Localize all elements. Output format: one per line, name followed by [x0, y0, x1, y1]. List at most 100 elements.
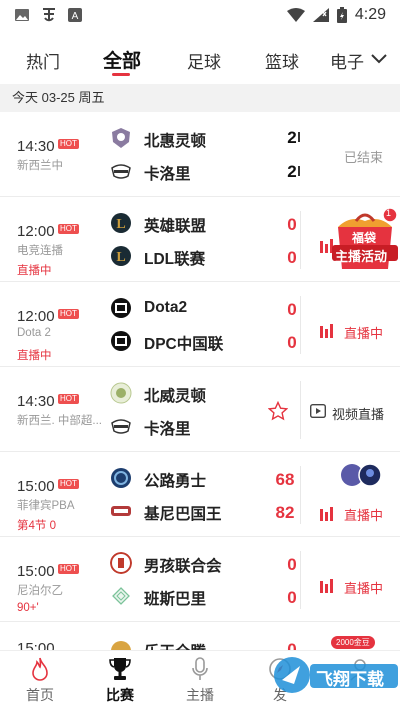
live-label[interactable]: 直播中 — [344, 323, 383, 342]
hot-badge: HOT — [58, 564, 79, 574]
chevron-down-icon[interactable] — [368, 48, 390, 70]
team-name: 北威灵顿 — [144, 388, 207, 405]
nav-label: 首页 — [26, 687, 54, 703]
nav-home[interactable]: 首页 — [0, 651, 80, 711]
svg-text:L: L — [116, 217, 125, 232]
team-logo-icon — [111, 506, 131, 516]
date-header: 今天 03-25 周五 — [0, 84, 400, 112]
nav-label: 主播 — [186, 687, 214, 703]
svg-text:L: L — [116, 250, 125, 265]
promo-gift-bag[interactable]: 1 福袋 主播活动 — [330, 205, 400, 275]
font-icon: A — [68, 8, 82, 22]
match-time: 15:00 — [17, 640, 55, 650]
hot-badge: HOT — [58, 394, 79, 404]
match-time: 12:00 — [17, 223, 55, 240]
tab-all[interactable]: 全部 — [103, 46, 141, 73]
active-tab-indicator — [112, 73, 130, 76]
match-status: 直播中 — [17, 265, 52, 277]
home-team: L 英雄联盟 — [110, 212, 290, 236]
tab-basketball[interactable]: 篮球 — [265, 48, 299, 73]
team-logo-icon — [111, 331, 131, 351]
divider — [300, 296, 301, 354]
hot-badge: HOT — [58, 479, 79, 489]
live-bars-icon — [320, 324, 333, 338]
home-team: 北威灵顿 — [110, 382, 290, 406]
signal-icon — [312, 8, 329, 22]
team-logo-icon — [111, 641, 131, 650]
away-team: 基尼巴国王 — [110, 500, 290, 524]
team-logo-icon — [111, 164, 131, 179]
match-status: 第4节 0 — [17, 520, 56, 532]
team-logo-icon — [110, 552, 132, 574]
home-score: 0 — [287, 555, 297, 574]
team-logo-icon — [111, 468, 131, 488]
match-row[interactable]: 14:30 HOT 新西兰. 中部超... 北威灵顿 卡洛里 视频直播 — [0, 367, 400, 452]
divider — [300, 381, 301, 439]
home-score: 0 — [287, 640, 297, 650]
battery-icon — [336, 7, 347, 23]
nav-matches[interactable]: 比赛 — [80, 651, 160, 711]
video-live-label[interactable]: 视频直播 — [332, 404, 384, 423]
score-marker — [298, 132, 300, 142]
away-team: 卡洛里 — [110, 415, 290, 439]
star-icon[interactable] — [268, 401, 288, 421]
reward-badge: 2000金豆 — [331, 636, 375, 649]
team-logo-icon — [111, 298, 131, 318]
divider — [300, 211, 301, 269]
team-logo-icon — [112, 587, 130, 605]
status-left-icons: A — [14, 6, 82, 24]
streamer-avatars[interactable] — [340, 463, 384, 487]
team-logo-icon — [112, 128, 130, 148]
team-name: 男孩联合会 — [144, 558, 222, 575]
flame-icon — [32, 657, 48, 681]
team-name: LDL联赛 — [144, 251, 206, 268]
team-name: 公路勇士 — [144, 473, 207, 490]
match-time: 14:30 — [17, 393, 55, 410]
match-status: 直播中 — [17, 350, 52, 362]
team-logo-icon — [111, 419, 131, 434]
match-league: Dota 2 — [17, 327, 51, 339]
away-team: 卡洛里 — [110, 160, 290, 184]
microphone-icon — [192, 657, 208, 680]
team-name: Dota2 — [144, 299, 188, 316]
match-status: 90+' — [17, 602, 39, 614]
home-team: 公路勇士 — [110, 467, 290, 491]
live-bars-icon — [320, 507, 333, 521]
tab-esports[interactable]: 电子 — [330, 48, 364, 73]
divider — [300, 551, 301, 609]
home-score: 68 — [275, 470, 295, 489]
status-bar: A 4:29 — [0, 0, 400, 30]
match-row[interactable]: 12:00 HOT Dota 2 直播中 Dota2 DPC中国联 0 0 直播… — [0, 282, 400, 367]
away-team: L LDL联赛 — [110, 245, 290, 269]
home-team: 男孩联合会 — [110, 552, 290, 576]
clock: 4:29 — [354, 6, 386, 23]
live-label[interactable]: 直播中 — [344, 505, 383, 524]
tab-hot[interactable]: 热门 — [26, 48, 60, 73]
live-bars-icon — [320, 579, 333, 593]
team-logo-icon — [110, 382, 132, 404]
team-logo-icon: L — [111, 246, 131, 266]
match-row[interactable]: 15:00 HOT 菲律宾PBA 第4节 0 公路勇士 基尼巴国王 68 82 … — [0, 452, 400, 537]
match-row[interactable]: 15:00 HOT 尼泊尔乙 90+' 男孩联合会 班斯巴里 0 0 直播中 — [0, 537, 400, 622]
wifi-icon — [286, 8, 305, 22]
tab-football[interactable]: 足球 — [187, 48, 221, 73]
away-score: 0 — [287, 248, 297, 267]
team-name: 英雄联盟 — [144, 218, 207, 235]
nav-anchors[interactable]: 主播 — [160, 651, 240, 711]
hot-badge: HOT — [58, 139, 79, 149]
home-team: 北惠灵顿 — [110, 127, 290, 151]
away-team: 班斯巴里 — [110, 585, 290, 609]
hot-badge: HOT — [58, 224, 79, 234]
team-name: 乐天全腾 — [144, 640, 206, 650]
nav-label: 比赛 — [106, 687, 134, 703]
match-row[interactable]: 14:30 HOT 新西兰中 北惠灵顿 卡洛里 2 2 已结束 — [0, 112, 400, 197]
score-marker — [298, 166, 300, 176]
watermark-text: 飞翔下载 — [316, 670, 384, 689]
status-right-icons: 4:29 — [286, 6, 386, 24]
home-team: Dota2 — [110, 297, 290, 321]
watermark-logo: 飞翔下载 — [270, 650, 400, 700]
category-tabs: 热门 全部 足球 篮球 电子 — [0, 36, 400, 82]
live-label[interactable]: 直播中 — [344, 578, 383, 597]
team-name: 卡洛里 — [144, 421, 191, 438]
match-league: 新西兰中 — [17, 160, 63, 172]
